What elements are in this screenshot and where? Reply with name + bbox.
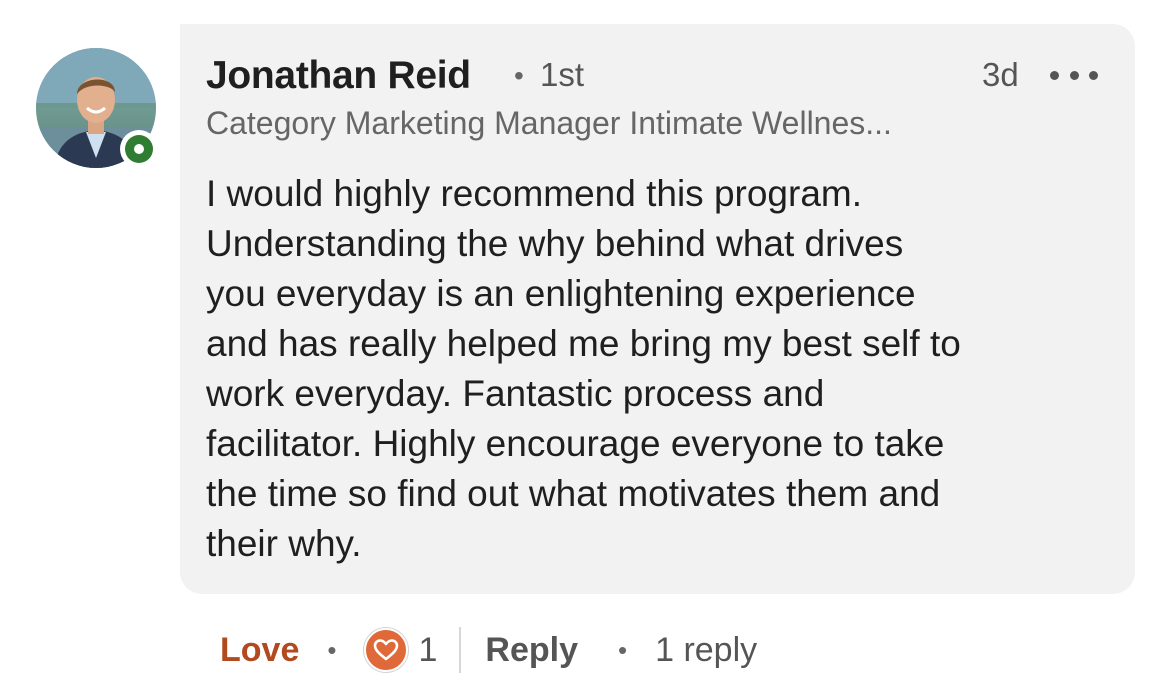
author-name[interactable]: Jonathan Reid (206, 54, 471, 98)
love-reaction-button[interactable]: Love (220, 631, 299, 670)
more-options-icon[interactable] (1050, 58, 1098, 92)
comment-actions: Love • 1 Reply • 1 reply (220, 622, 757, 678)
comment-bubble: Jonathan Reid • 1st 3d Category Marketin… (180, 24, 1135, 594)
comment-text: I would highly recommend this program. U… (206, 173, 961, 564)
ellipsis-dot (1069, 70, 1079, 80)
author-avatar[interactable] (36, 48, 158, 170)
online-status-icon (120, 130, 158, 168)
heart-icon[interactable] (364, 628, 409, 672)
comment-timestamp: 3d (982, 56, 1019, 93)
connection-degree: 1st (540, 56, 585, 93)
reply-button[interactable]: Reply (485, 631, 578, 670)
ellipsis-dot (1050, 70, 1059, 80)
action-separator: • (327, 634, 337, 665)
action-divider (459, 627, 462, 673)
name-degree-separator: • (514, 60, 524, 91)
replies-link[interactable]: 1 reply (655, 631, 757, 670)
author-headline: Category Marketing Manager Intimate Well… (206, 105, 892, 141)
action-separator: • (617, 634, 628, 665)
ellipsis-dot (1089, 70, 1098, 80)
reaction-count[interactable]: 1 (418, 631, 437, 670)
